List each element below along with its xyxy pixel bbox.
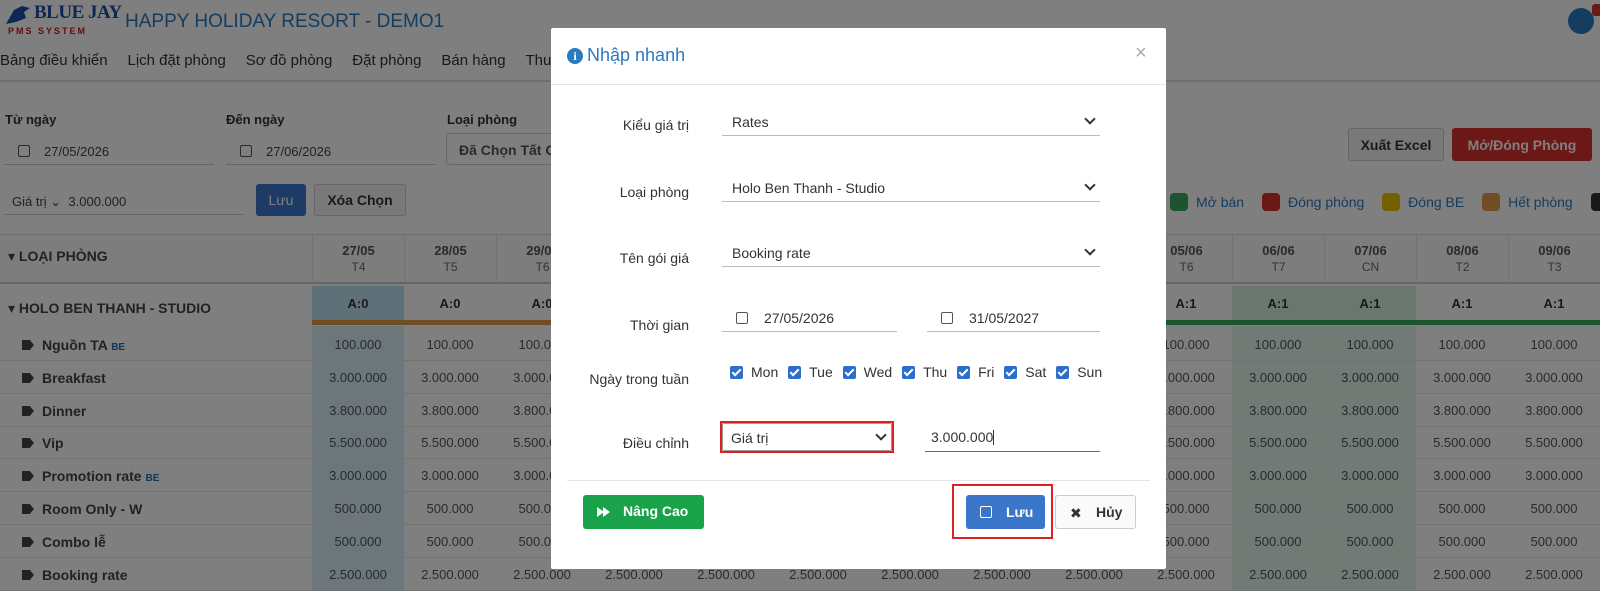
- checkbox-checked-icon[interactable]: [1004, 365, 1018, 379]
- checkbox-checked-icon[interactable]: [902, 365, 916, 379]
- weekday-sat[interactable]: Sat: [1004, 364, 1046, 380]
- checkbox-checked-icon[interactable]: [957, 365, 971, 379]
- quick-entry-dialog: i Nhập nhanh × Kiểu giá trị Rates Loại ph…: [551, 28, 1166, 569]
- checkbox-checked-icon[interactable]: [730, 365, 743, 379]
- checkbox-checked-icon[interactable]: [842, 365, 856, 379]
- dialog-header: i Nhập nhanh ×: [551, 28, 1166, 85]
- adjust-value-input[interactable]: 3.000.000: [925, 424, 1100, 452]
- rate-plan-label: Tên gói giá: [619, 250, 689, 266]
- chevron-down-icon: [1084, 113, 1096, 125]
- room-type-select[interactable]: Holo Ben Thanh - Studio: [722, 174, 1100, 202]
- adjust-label: Điều chỉnh: [622, 435, 689, 451]
- close-icon[interactable]: ×: [1135, 42, 1147, 65]
- checkbox-checked-icon[interactable]: [1056, 365, 1070, 379]
- rate-plan-select[interactable]: Booking rate: [722, 239, 1100, 267]
- info-icon: i: [567, 48, 583, 64]
- weekday-mon[interactable]: Mon: [730, 364, 778, 380]
- room-type-label: Loại phòng: [619, 184, 689, 200]
- highlight-box: [952, 484, 1053, 539]
- value-type-select[interactable]: Rates: [722, 108, 1100, 136]
- checkbox-checked-icon[interactable]: [788, 365, 802, 379]
- chevron-down-icon: [1084, 244, 1096, 256]
- weekday-fri[interactable]: Fri: [957, 364, 994, 380]
- time-to-input[interactable]: 31/05/2027: [927, 304, 1100, 332]
- weekday-tue[interactable]: Tue: [788, 364, 833, 380]
- highlight-box: [720, 421, 894, 453]
- close-icon: ✖: [1070, 505, 1082, 521]
- weekday-thu[interactable]: Thu: [902, 364, 947, 380]
- calendar-icon: [941, 312, 953, 324]
- value-type-label: Kiểu giá trị: [622, 117, 689, 133]
- weekday-wed[interactable]: Wed: [842, 364, 892, 380]
- calendar-icon: [736, 312, 748, 324]
- dialog-footer-divider: [567, 480, 1150, 481]
- time-label: Thời gian: [630, 317, 689, 333]
- weekday-sun[interactable]: Sun: [1056, 364, 1102, 380]
- advanced-button[interactable]: Nâng Cao: [583, 495, 704, 529]
- chevron-down-icon: [1084, 179, 1096, 191]
- fast-forward-icon: [597, 507, 611, 517]
- weekday-checkboxes: Mon Tue Wed Thu Fri Sat Sun: [730, 364, 1108, 382]
- text-caret: [993, 430, 995, 445]
- weekday-label: Ngày trong tuần: [589, 371, 689, 387]
- dialog-title: i Nhập nhanh: [567, 45, 685, 66]
- time-from-input[interactable]: 27/05/2026: [722, 304, 897, 332]
- cancel-button[interactable]: ✖ Hủy: [1055, 495, 1136, 529]
